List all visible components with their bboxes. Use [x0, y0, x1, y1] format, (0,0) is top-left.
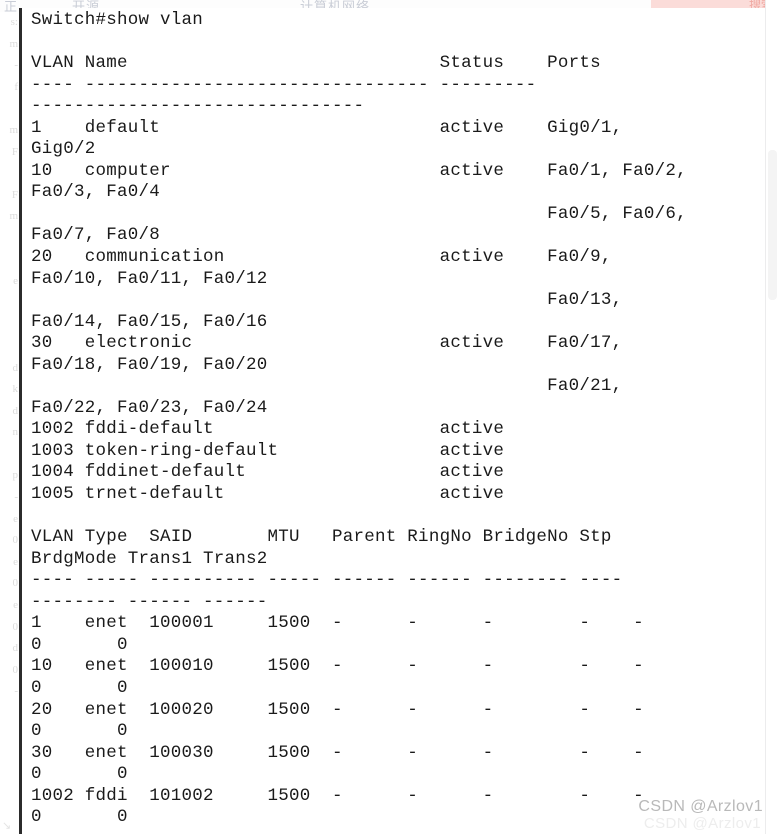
chrome-ghost-label-left: 正: [4, 0, 19, 12]
background-bleed-through-text: s: m - f m F F m e d k d n p - e 0 e 0 e…: [9, 16, 18, 698]
cli-output-text: Switch#show vlan VLAN Name Status Ports …: [31, 10, 687, 828]
vertical-scrollbar-thumb[interactable]: [768, 150, 777, 300]
vertical-scrollbar[interactable]: [765, 0, 779, 834]
cli-terminal-panel[interactable]: Switch#show vlan VLAN Name Status Ports …: [19, 8, 765, 834]
